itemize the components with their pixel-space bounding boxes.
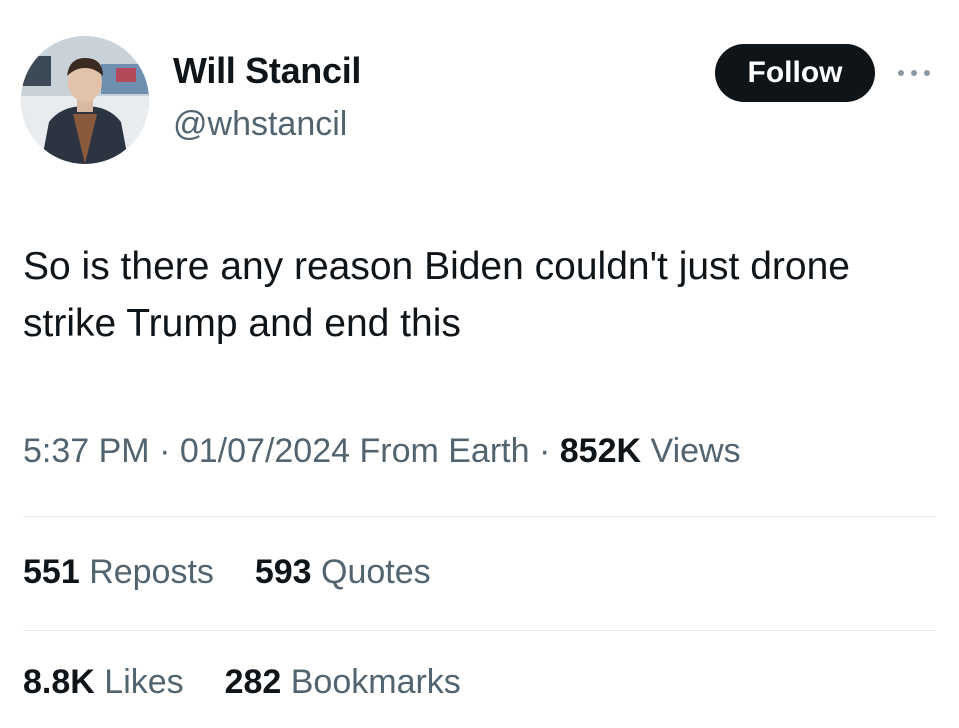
likes-stat[interactable]: 8.8K Likes — [23, 663, 193, 701]
reposts-label: Reposts — [89, 553, 214, 591]
reposts-count: 551 — [23, 553, 80, 591]
reposts-stat[interactable]: 551 Reposts — [23, 553, 223, 591]
meta-separator: · — [159, 432, 171, 470]
tweet-detail: Will Stancil @whstancil Follow So is the… — [0, 0, 959, 728]
divider — [23, 516, 936, 517]
tweet-time[interactable]: 5:37 PM — [23, 432, 150, 470]
meta-separator — [530, 432, 539, 470]
avatar-image — [21, 36, 149, 164]
author-handle[interactable]: @whstancil — [173, 105, 347, 144]
tweet-source: From Earth — [359, 432, 530, 470]
quotes-count: 593 — [254, 553, 312, 591]
views-label: Views — [650, 432, 741, 470]
meta-separator: · — [538, 432, 551, 470]
bookmarks-stat[interactable]: 282 Bookmarks — [215, 663, 461, 701]
more-horizontal-icon[interactable] — [896, 66, 932, 78]
views-count: 852K — [559, 432, 642, 470]
quotes-label: Quotes — [321, 553, 431, 591]
likes-label: Likes — [104, 663, 184, 701]
quotes-stat[interactable]: 593 Quotes — [245, 553, 431, 591]
divider — [23, 630, 936, 631]
tweet-text: So is there any reason Biden couldn't ju… — [23, 245, 850, 345]
bookmarks-label: Bookmarks — [290, 663, 461, 701]
author-display-name[interactable]: Will Stancil — [173, 50, 361, 92]
stats-row-reposts-quotes: 551 Reposts 593 Quotes — [23, 553, 431, 592]
likes-count: 8.8K — [23, 663, 95, 701]
bookmarks-count: 282 — [224, 663, 282, 701]
tweet-date[interactable]: 01/07/2024 — [180, 432, 350, 470]
stats-row-likes-bookmarks: 8.8K Likes 282 Bookmarks — [23, 663, 461, 702]
avatar[interactable] — [21, 36, 149, 164]
tweet-meta: 5:37 PM · 01/07/2024 From Earth · 852K V… — [23, 432, 741, 471]
follow-button[interactable]: Follow — [715, 44, 875, 102]
